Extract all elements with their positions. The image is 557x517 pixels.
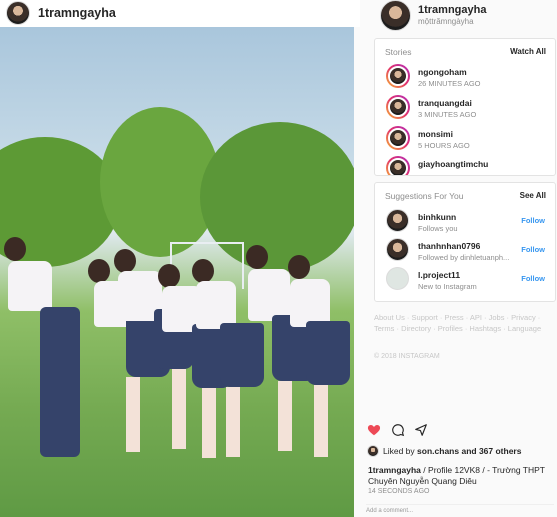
post-photo[interactable] — [0, 27, 354, 517]
story-username: monsimi — [418, 129, 453, 139]
story-avatar — [388, 66, 408, 86]
follow-button[interactable]: Follow — [521, 274, 545, 283]
suggestions-title: Suggestions For You — [385, 191, 464, 201]
suggestion-reason: Follows you — [418, 224, 458, 233]
liked-by-avatar[interactable] — [367, 445, 379, 457]
profile-fullname: mộttrămngàyha — [418, 17, 474, 26]
story-username: ngongoham — [418, 67, 467, 77]
follow-button[interactable]: Follow — [521, 216, 545, 225]
suggestions-card: Suggestions For You See All binhkunn Fol… — [374, 182, 556, 302]
story-ring — [386, 156, 410, 175]
profile-username[interactable]: 1tramngayha — [418, 4, 486, 16]
story-avatar — [388, 128, 408, 148]
suggestion-avatar[interactable] — [386, 238, 409, 261]
stories-title: Stories — [385, 47, 412, 57]
story-username: tranquangdai — [418, 98, 472, 108]
story-item[interactable]: monsimi 5 HOURS AGO — [386, 126, 551, 154]
likes-summary: Liked by son.chans and 367 others — [383, 446, 521, 456]
story-time: 26 MINUTES AGO — [418, 79, 481, 88]
caption-username[interactable]: 1tramngayha — [368, 465, 421, 475]
suggestion-username[interactable]: l.project11 — [418, 270, 460, 280]
story-item[interactable]: ngongoham 26 MINUTES AGO — [386, 64, 551, 92]
suggestion-username[interactable]: thanhnhan0796 — [418, 241, 480, 251]
story-ring — [386, 64, 410, 88]
story-ring — [386, 126, 410, 150]
post-author-avatar[interactable] — [6, 1, 30, 25]
story-avatar — [388, 97, 408, 117]
post-header: 1tramngayha — [0, 0, 360, 27]
story-time: 5 HOURS AGO — [418, 141, 470, 150]
watch-all-link[interactable]: Watch All — [510, 47, 546, 56]
see-all-link[interactable]: See All — [520, 191, 546, 200]
story-item[interactable]: tranquangdai 3 MINUTES AGO — [386, 95, 551, 123]
stories-card: Stories Watch All ngongoham 26 MINUTES A… — [374, 38, 556, 176]
share-icon[interactable] — [414, 423, 428, 437]
story-avatar — [388, 158, 408, 175]
suggestion-avatar[interactable] — [386, 209, 409, 232]
liked-by-prefix: Liked by — [383, 446, 415, 456]
story-time: 3 MINUTES AGO — [418, 110, 477, 119]
follow-button[interactable]: Follow — [521, 245, 545, 254]
add-comment-input[interactable]: Add a comment... — [366, 504, 554, 517]
story-username: giayhoangtimchu — [418, 159, 489, 169]
suggestion-item: thanhnhan0796 Followed by dinhletuanph..… — [386, 238, 551, 266]
heart-icon[interactable] — [367, 423, 381, 437]
comment-icon[interactable] — [391, 423, 405, 437]
story-ring — [386, 95, 410, 119]
post-timestamp[interactable]: 14 SECONDS AGO — [368, 488, 429, 495]
copyright: © 2018 INSTAGRAM — [374, 353, 440, 360]
liked-by-user[interactable]: son.chans — [417, 446, 459, 456]
profile-avatar[interactable] — [380, 0, 411, 31]
suggestion-username[interactable]: binhkunn — [418, 212, 456, 222]
liked-by-others[interactable]: and 367 others — [461, 446, 521, 456]
post-caption: 1tramngayha / Profile 12VK8 / - Trường T… — [368, 465, 554, 486]
post-author-username[interactable]: 1tramngayha — [38, 6, 116, 20]
suggestion-reason: Followed by dinhletuanph... — [418, 253, 510, 262]
story-item[interactable]: giayhoangtimchu — [386, 156, 551, 175]
suggestion-reason: New to Instagram — [418, 282, 477, 291]
footer-links[interactable]: About Us · Support · Press · API · Jobs … — [374, 312, 549, 334]
suggestion-avatar[interactable] — [386, 267, 409, 290]
suggestion-item: l.project11 New to Instagram Follow — [386, 267, 551, 295]
suggestion-item: binhkunn Follows you Follow — [386, 209, 551, 237]
